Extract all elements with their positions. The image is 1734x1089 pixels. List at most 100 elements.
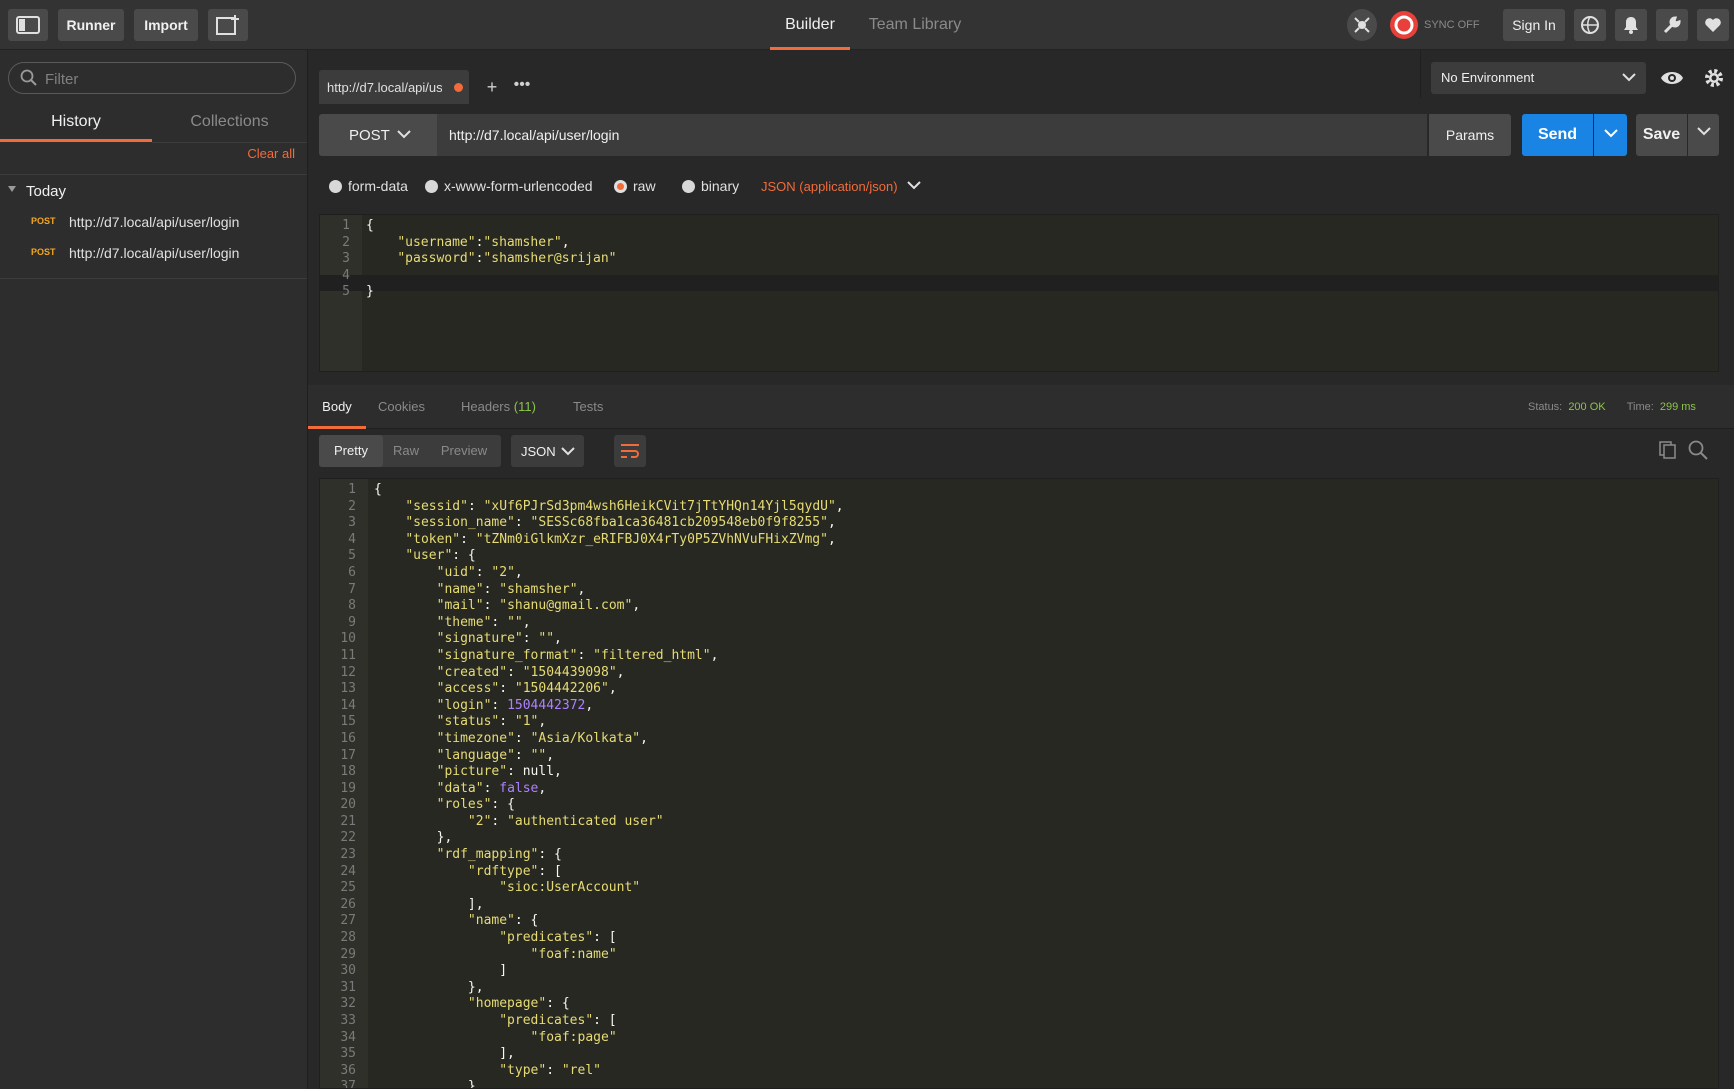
response-code: { "sessid": "xUf6PJrSd3pm4wsh6HeikCVit7j…: [374, 482, 844, 1088]
code-line: ]: [374, 963, 508, 979]
tab-collections[interactable]: Collections: [152, 102, 307, 142]
history-item[interactable]: POST http://d7.local/api/user/login: [0, 238, 307, 268]
tab-builder[interactable]: Builder: [770, 0, 850, 50]
code-line: "mail": "shanu@gmail.com",: [436, 598, 641, 614]
code-line: {: [366, 218, 374, 233]
tab-headers[interactable]: Headers (11): [461, 385, 536, 429]
request-tab[interactable]: http://d7.local/api/use: [319, 70, 469, 104]
line-number: 5: [348, 548, 356, 564]
tab-body[interactable]: Body: [308, 385, 366, 429]
tab-team-library[interactable]: Team Library: [860, 0, 970, 50]
tabs-divider: [152, 142, 307, 143]
favorite-button[interactable]: [1697, 9, 1729, 41]
format-select[interactable]: JSON: [511, 435, 584, 467]
content-type-label: JSON (application/json): [761, 179, 898, 194]
view-raw-button[interactable]: Raw: [383, 435, 429, 467]
send-options-button[interactable]: [1594, 114, 1627, 156]
code-line: "rdf_mapping": {: [436, 847, 562, 863]
tab-tests[interactable]: Tests: [573, 385, 603, 429]
save-options-button[interactable]: [1688, 114, 1719, 156]
line-number: 1: [342, 218, 350, 233]
status-label: Status:: [1528, 401, 1563, 413]
copy-icon: [1659, 441, 1676, 459]
content-type-select[interactable]: JSON (application/json): [761, 179, 921, 194]
send-label: Send: [1537, 126, 1578, 143]
tab-cookies[interactable]: Cookies: [378, 385, 425, 429]
history-item[interactable]: POST http://d7.local/api/user/login: [0, 207, 307, 237]
radio-selected-icon: [614, 180, 627, 193]
line-number: 15: [340, 714, 356, 730]
method-select[interactable]: POST: [319, 114, 437, 156]
env-divider: [1420, 50, 1421, 98]
radio-raw[interactable]: raw: [614, 178, 656, 194]
wrap-lines-button[interactable]: [614, 435, 646, 467]
radio-urlencoded-label: x-www-form-urlencoded: [444, 178, 593, 194]
line-number: 30: [340, 963, 356, 979]
filter-field[interactable]: [8, 62, 296, 94]
line-number: 8: [348, 598, 356, 614]
clear-all-link[interactable]: Clear all: [247, 146, 295, 161]
view-pretty-button[interactable]: Pretty: [319, 435, 383, 467]
settings-button[interactable]: [1656, 9, 1688, 41]
request-body-editor[interactable]: 12345 { "username":"shamsher", "password…: [319, 214, 1719, 372]
format-label: JSON: [521, 444, 556, 459]
sidebar-toggle-button[interactable]: [8, 9, 48, 41]
search-response-button[interactable]: [1688, 440, 1712, 464]
search-icon: [1688, 440, 1708, 460]
code-line: "data": false,: [436, 780, 547, 796]
code-line: "uid": "2",: [436, 564, 523, 580]
code-line: "user": {: [405, 548, 476, 564]
manage-environments-button[interactable]: [1698, 62, 1730, 94]
environment-quicklook-button[interactable]: [1656, 62, 1688, 94]
runner-button[interactable]: Runner: [58, 9, 124, 41]
radio-form-data[interactable]: form-data: [329, 178, 408, 194]
line-number: 26: [340, 896, 356, 912]
line-number: 29: [340, 946, 356, 962]
top-toolbar: Runner Import Builder Team Library SYNC …: [0, 0, 1734, 50]
settings-globe-button[interactable]: [1574, 9, 1606, 41]
import-button[interactable]: Import: [134, 9, 198, 41]
sync-status[interactable]: SYNC OFF: [1388, 9, 1488, 41]
history-group-today[interactable]: Today: [0, 178, 307, 206]
notifications-button[interactable]: [1615, 9, 1647, 41]
new-window-button[interactable]: [208, 9, 248, 41]
tab-history[interactable]: History: [0, 102, 152, 142]
view-raw-label: Raw: [392, 443, 419, 458]
time-label: Time:: [1626, 401, 1654, 413]
request-tab-title: http://d7.local/api/use: [327, 80, 442, 95]
tab-builder-label: Builder: [785, 16, 835, 33]
sidebar-icon: [16, 16, 40, 34]
environment-select[interactable]: No Environment: [1431, 62, 1646, 94]
line-number: 24: [340, 863, 356, 879]
code-line: "login": 1504442372,: [436, 697, 594, 713]
code-line: "signature": "",: [436, 631, 562, 647]
params-button[interactable]: Params: [1429, 114, 1511, 156]
line-number: 25: [340, 880, 356, 896]
radio-urlencoded[interactable]: x-www-form-urlencoded: [425, 178, 593, 194]
save-button[interactable]: Save: [1636, 114, 1687, 156]
send-button[interactable]: Send: [1522, 114, 1593, 156]
radio-raw-label: raw: [633, 178, 656, 194]
filter-input[interactable]: [45, 69, 285, 89]
interceptor-button[interactable]: [1347, 9, 1377, 41]
line-number: 31: [340, 979, 356, 995]
new-tab-icon: [216, 15, 239, 35]
line-number: 19: [340, 780, 356, 796]
radio-binary[interactable]: binary: [682, 178, 739, 194]
code-line: ],: [374, 896, 484, 912]
history-item-method: POST: [31, 216, 56, 226]
code-line: },: [374, 830, 453, 846]
line-number: 7: [348, 581, 356, 597]
more-tabs-button[interactable]: •••: [508, 70, 536, 104]
url-text: http://d7.local/api/user/login: [449, 127, 620, 143]
copy-response-button[interactable]: [1658, 440, 1682, 464]
sign-in-button[interactable]: Sign In: [1503, 9, 1565, 41]
view-preview-button[interactable]: Preview: [429, 435, 499, 467]
line-number: 22: [340, 830, 356, 846]
url-input[interactable]: http://d7.local/api/user/login: [437, 114, 1427, 156]
response-body-viewer[interactable]: 1 2 3 4 5 6 7 8 9 10 11 12 13 14 15 16 17 18 19 20 21 22 23 24 2…: [319, 478, 1719, 1089]
chevron-down-icon: [561, 447, 575, 456]
response-status: Status: 200 OK Time: 299 ms: [1528, 385, 1696, 429]
new-tab-button[interactable]: +: [478, 70, 506, 104]
